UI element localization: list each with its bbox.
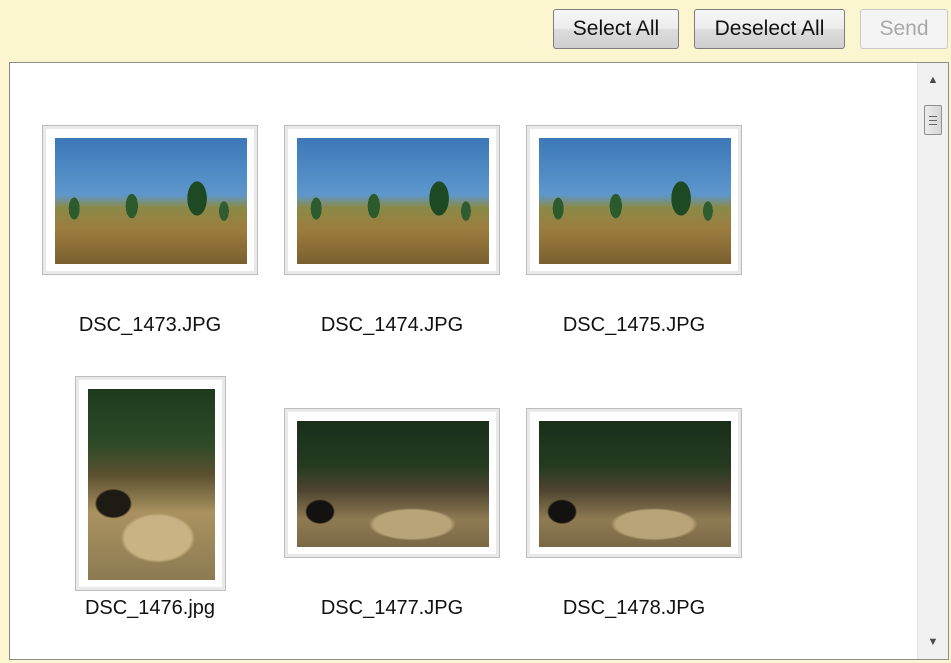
thumbnail-filename: DSC_1478.JPG <box>562 597 706 619</box>
grip-line <box>929 120 937 121</box>
deselect-all-button[interactable]: Deselect All <box>694 9 845 49</box>
send-button: Send <box>860 9 948 49</box>
scrollbar-thumb[interactable] <box>924 105 942 135</box>
thumbnail-frame <box>284 125 500 275</box>
thumbnail-filename: DSC_1473.JPG <box>78 314 222 336</box>
toolbar: Select All Deselect All Send <box>0 0 951 60</box>
photo-thumbnail <box>88 389 215 580</box>
thumbnail-filename: DSC_1474.JPG <box>320 314 464 336</box>
thumbnail-filename: DSC_1475.JPG <box>562 314 706 336</box>
scroll-down-arrow-icon[interactable]: ▼ <box>918 631 948 653</box>
photo-thumbnail <box>539 138 731 264</box>
photo-thumbnail <box>297 421 489 547</box>
thumbnail-frame <box>42 125 258 275</box>
select-all-button[interactable]: Select All <box>553 9 679 49</box>
thumbnail-filename: DSC_1476.jpg <box>84 597 216 619</box>
photo-thumbnail <box>297 138 489 264</box>
thumbnail-filename: DSC_1477.JPG <box>320 597 464 619</box>
thumbnail-frame <box>526 408 742 558</box>
grip-line <box>929 116 937 117</box>
vertical-scrollbar[interactable]: ▲ ▼ <box>917 63 948 659</box>
thumbnail-frame <box>526 125 742 275</box>
thumbnail-frame <box>284 408 500 558</box>
grip-line <box>929 124 937 125</box>
scroll-up-arrow-icon[interactable]: ▲ <box>918 69 948 91</box>
photo-thumbnail <box>55 138 247 264</box>
thumbnail-panel: DSC_1473.JPG DSC_1474.JPG DSC_1475.JPG D… <box>9 62 949 660</box>
photo-thumbnail <box>539 421 731 547</box>
thumbnail-frame <box>75 376 226 591</box>
